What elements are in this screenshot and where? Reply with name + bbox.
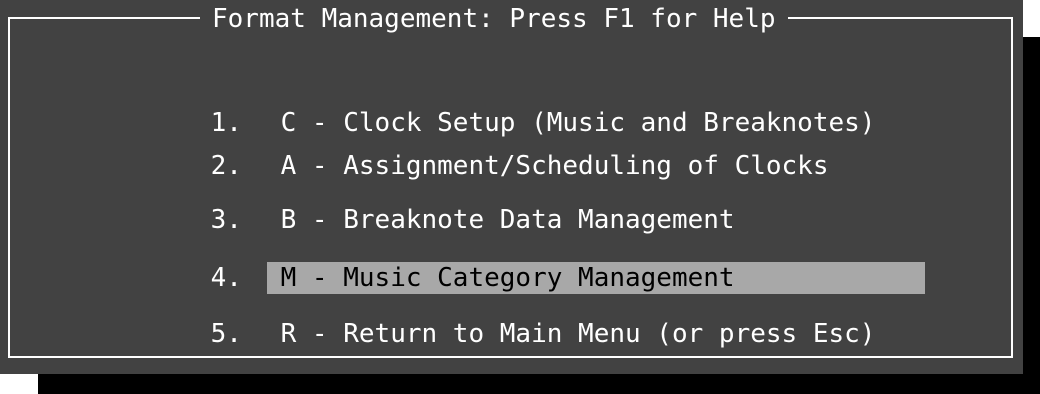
format-management-dialog: Format Management: Press F1 for Help 1. C… <box>0 0 1023 374</box>
dialog-title: Format Management: Press F1 for Help <box>200 3 788 35</box>
menu-item-label: R - Return to Main Menu (or press Esc) <box>280 319 876 349</box>
menu-item-breaknote-data[interactable]: 3. B - Breaknote Data Management <box>148 172 735 235</box>
menu-item-return-main-menu[interactable]: 5. R - Return to Main Menu (or press Esc) <box>148 286 876 349</box>
menu-item-number: 5. <box>210 319 242 349</box>
menu-item-clock-setup[interactable]: 1. C - Clock Setup (Music and Breaknotes) <box>148 75 876 138</box>
menu-item-assignment-scheduling[interactable]: 2. A - Assignment/Scheduling of Clocks <box>148 118 829 181</box>
menu-item-music-category[interactable]: 4. M - Music Category Management <box>148 230 925 294</box>
